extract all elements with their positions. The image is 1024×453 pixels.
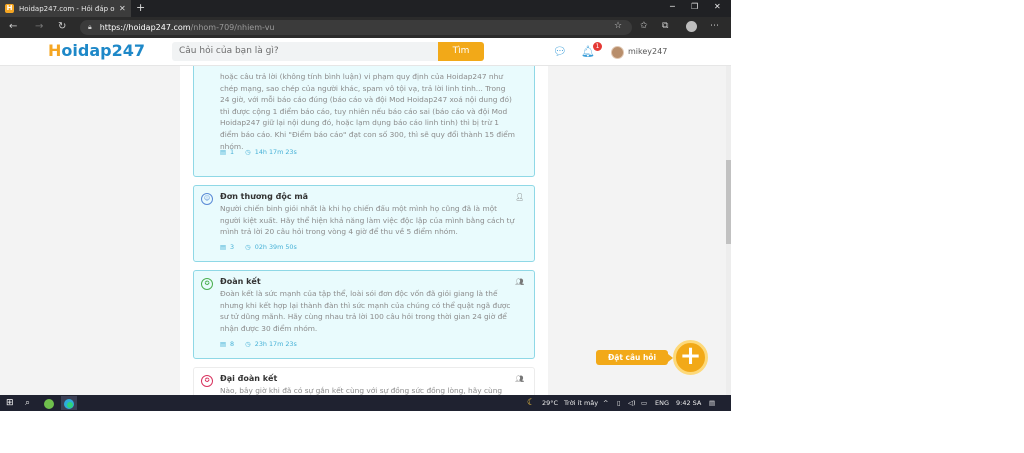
chat-icon[interactable]: 💬︎ xyxy=(553,45,567,58)
single-user-icon: 👤︎ xyxy=(515,193,524,201)
document-icon: ▤ xyxy=(220,148,227,156)
username[interactable]: mikey247 xyxy=(628,47,667,56)
main-content: hoặc câu trả lời (không tính bình luận) … xyxy=(0,66,731,395)
mission-meta: ▤ 3 ◷ 02h 39m 50s xyxy=(220,243,297,251)
badge-icon: ✪ xyxy=(201,278,213,290)
avatar[interactable] xyxy=(611,46,624,59)
mission-count: 1 xyxy=(230,148,235,156)
mission-title: Đoàn kết xyxy=(220,277,261,286)
profile-icon[interactable] xyxy=(686,21,697,32)
mission-feed: hoặc câu trả lời (không tính bình luận) … xyxy=(180,66,548,395)
notification-badge: 1 xyxy=(593,42,602,51)
search-input[interactable]: Câu hỏi của bạn là gì? xyxy=(172,42,438,61)
speaker-icon[interactable]: ◁) xyxy=(628,399,636,407)
ask-question-button[interactable]: + xyxy=(673,340,708,375)
browser-tab[interactable]: H Hoidap247.com - Hỏi đáp online ✕ xyxy=(0,0,131,17)
site-logo[interactable]: Hoidap247 xyxy=(48,41,145,60)
mission-card[interactable]: ✪ Đoàn kết 👥︎ Đoàn kết là sức mạnh của t… xyxy=(193,270,535,359)
mission-desc: Đoàn kết là sức mạnh của tập thể, loài s… xyxy=(220,289,511,333)
weather-temp[interactable]: 29°C xyxy=(542,399,558,407)
mission-desc: hoặc câu trả lời (không tính bình luận) … xyxy=(220,72,515,151)
group-users-icon: 👥︎ xyxy=(515,278,524,286)
clock[interactable]: 9:42 SA xyxy=(676,399,701,407)
network-icon[interactable]: ▭ xyxy=(641,399,647,407)
scrollbar-thumb[interactable] xyxy=(726,160,731,244)
site-header: Hoidap247 Câu hỏi của bạn là gì? Tìm 💬︎ … xyxy=(0,38,731,66)
user-icon: ☺ xyxy=(201,193,213,205)
mission-timer: 14h 17m 23s xyxy=(254,148,297,156)
tab-strip: H Hoidap247.com - Hỏi đáp online ✕ + ─ ❐… xyxy=(0,0,731,17)
minimize-icon[interactable]: ─ xyxy=(670,2,675,11)
weather-desc[interactable]: Trời ít mây xyxy=(564,399,598,407)
app-icon[interactable] xyxy=(42,396,58,410)
clock-icon: ◷ xyxy=(245,148,251,156)
mission-count: 3 xyxy=(230,243,235,251)
group-users-icon: 👥︎ xyxy=(515,375,524,383)
document-icon: ▤ xyxy=(220,243,227,251)
mission-desc: Nào, bây giờ khi đã có sự gắn kết cùng v… xyxy=(220,386,503,395)
mission-timer: 02h 39m 50s xyxy=(254,243,297,251)
mission-count: 8 xyxy=(230,340,235,348)
lock-icon[interactable]: 🔒︎ xyxy=(88,23,92,32)
clock-icon: ◷ xyxy=(245,243,251,251)
restore-icon[interactable]: ❐ xyxy=(691,2,698,11)
search-icon[interactable]: ⌕ xyxy=(25,398,30,408)
clock-icon: ◷ xyxy=(245,340,251,348)
page-scrollbar[interactable] xyxy=(726,66,731,395)
forward-icon[interactable]: → xyxy=(35,21,43,32)
mission-title: Đại đoàn kết xyxy=(220,374,278,383)
taskbar: ⊞ ⌕ ☾ 29°C Trời ít mây ^ ▯ ◁) ▭ ENG 9:42… xyxy=(0,395,731,411)
mission-meta: ▤ 1 ◷ 14h 17m 23s xyxy=(220,148,297,156)
site-favicon-icon: H xyxy=(5,4,14,13)
windows-start-icon[interactable]: ⊞ xyxy=(6,398,14,408)
new-tab-icon[interactable]: + xyxy=(136,1,145,14)
close-window-icon[interactable]: ✕ xyxy=(714,2,721,11)
logo-h: H xyxy=(48,41,62,60)
edge-browser-icon[interactable] xyxy=(61,396,77,410)
notifications-icon[interactable]: ▤ xyxy=(709,399,715,407)
weather-icon[interactable]: ☾ xyxy=(527,398,535,408)
document-icon: ▤ xyxy=(220,340,227,348)
chevron-up-icon[interactable]: ^ xyxy=(603,399,608,407)
url-host: https://hoidap247.com xyxy=(99,23,191,32)
favorites-icon[interactable]: ✩ xyxy=(640,21,648,31)
screen: H Hoidap247.com - Hỏi đáp online ✕ + ─ ❐… xyxy=(0,0,731,411)
language-indicator[interactable]: ENG xyxy=(655,399,669,407)
refresh-icon[interactable]: ↻ xyxy=(58,21,66,32)
mission-meta: ▤ 8 ◷ 23h 17m 23s xyxy=(220,340,297,348)
url-path: /nhom-709/nhiem-vu xyxy=(190,23,275,32)
address-bar: ← → ↻ 🔒︎ https://hoidap247.com /nhom-709… xyxy=(0,17,731,38)
mission-timer: 23h 17m 23s xyxy=(254,340,297,348)
more-icon[interactable]: ⋯ xyxy=(710,21,719,31)
star-icon[interactable]: ☆ xyxy=(614,21,622,31)
tab-title: Hoidap247.com - Hỏi đáp online xyxy=(19,4,115,13)
url-field[interactable]: 🔒︎ https://hoidap247.com /nhom-709/nhiem… xyxy=(80,20,632,35)
mission-card[interactable]: ✪ Đại đoàn kết 👥︎ Nào, bây giờ khi đã có… xyxy=(193,367,535,395)
mission-desc: Người chiến binh giỏi nhất là khi họ chi… xyxy=(220,204,515,237)
tab-close-icon[interactable]: ✕ xyxy=(119,4,126,13)
search-button[interactable]: Tìm xyxy=(438,42,484,61)
battery-icon[interactable]: ▯ xyxy=(617,399,621,407)
badge-icon: ✪ xyxy=(201,375,213,387)
mission-title: Đơn thương độc mã xyxy=(220,192,309,201)
ask-question-label[interactable]: Đặt câu hỏi xyxy=(596,350,673,365)
back-icon[interactable]: ← xyxy=(9,21,17,32)
mission-card[interactable]: hoặc câu trả lời (không tính bình luận) … xyxy=(193,66,535,177)
logo-text: oidap247 xyxy=(61,41,145,60)
collections-icon[interactable]: ⧉ xyxy=(662,21,668,31)
mission-card[interactable]: ☺ Đơn thương độc mã 👤︎ Người chiến binh … xyxy=(193,185,535,262)
